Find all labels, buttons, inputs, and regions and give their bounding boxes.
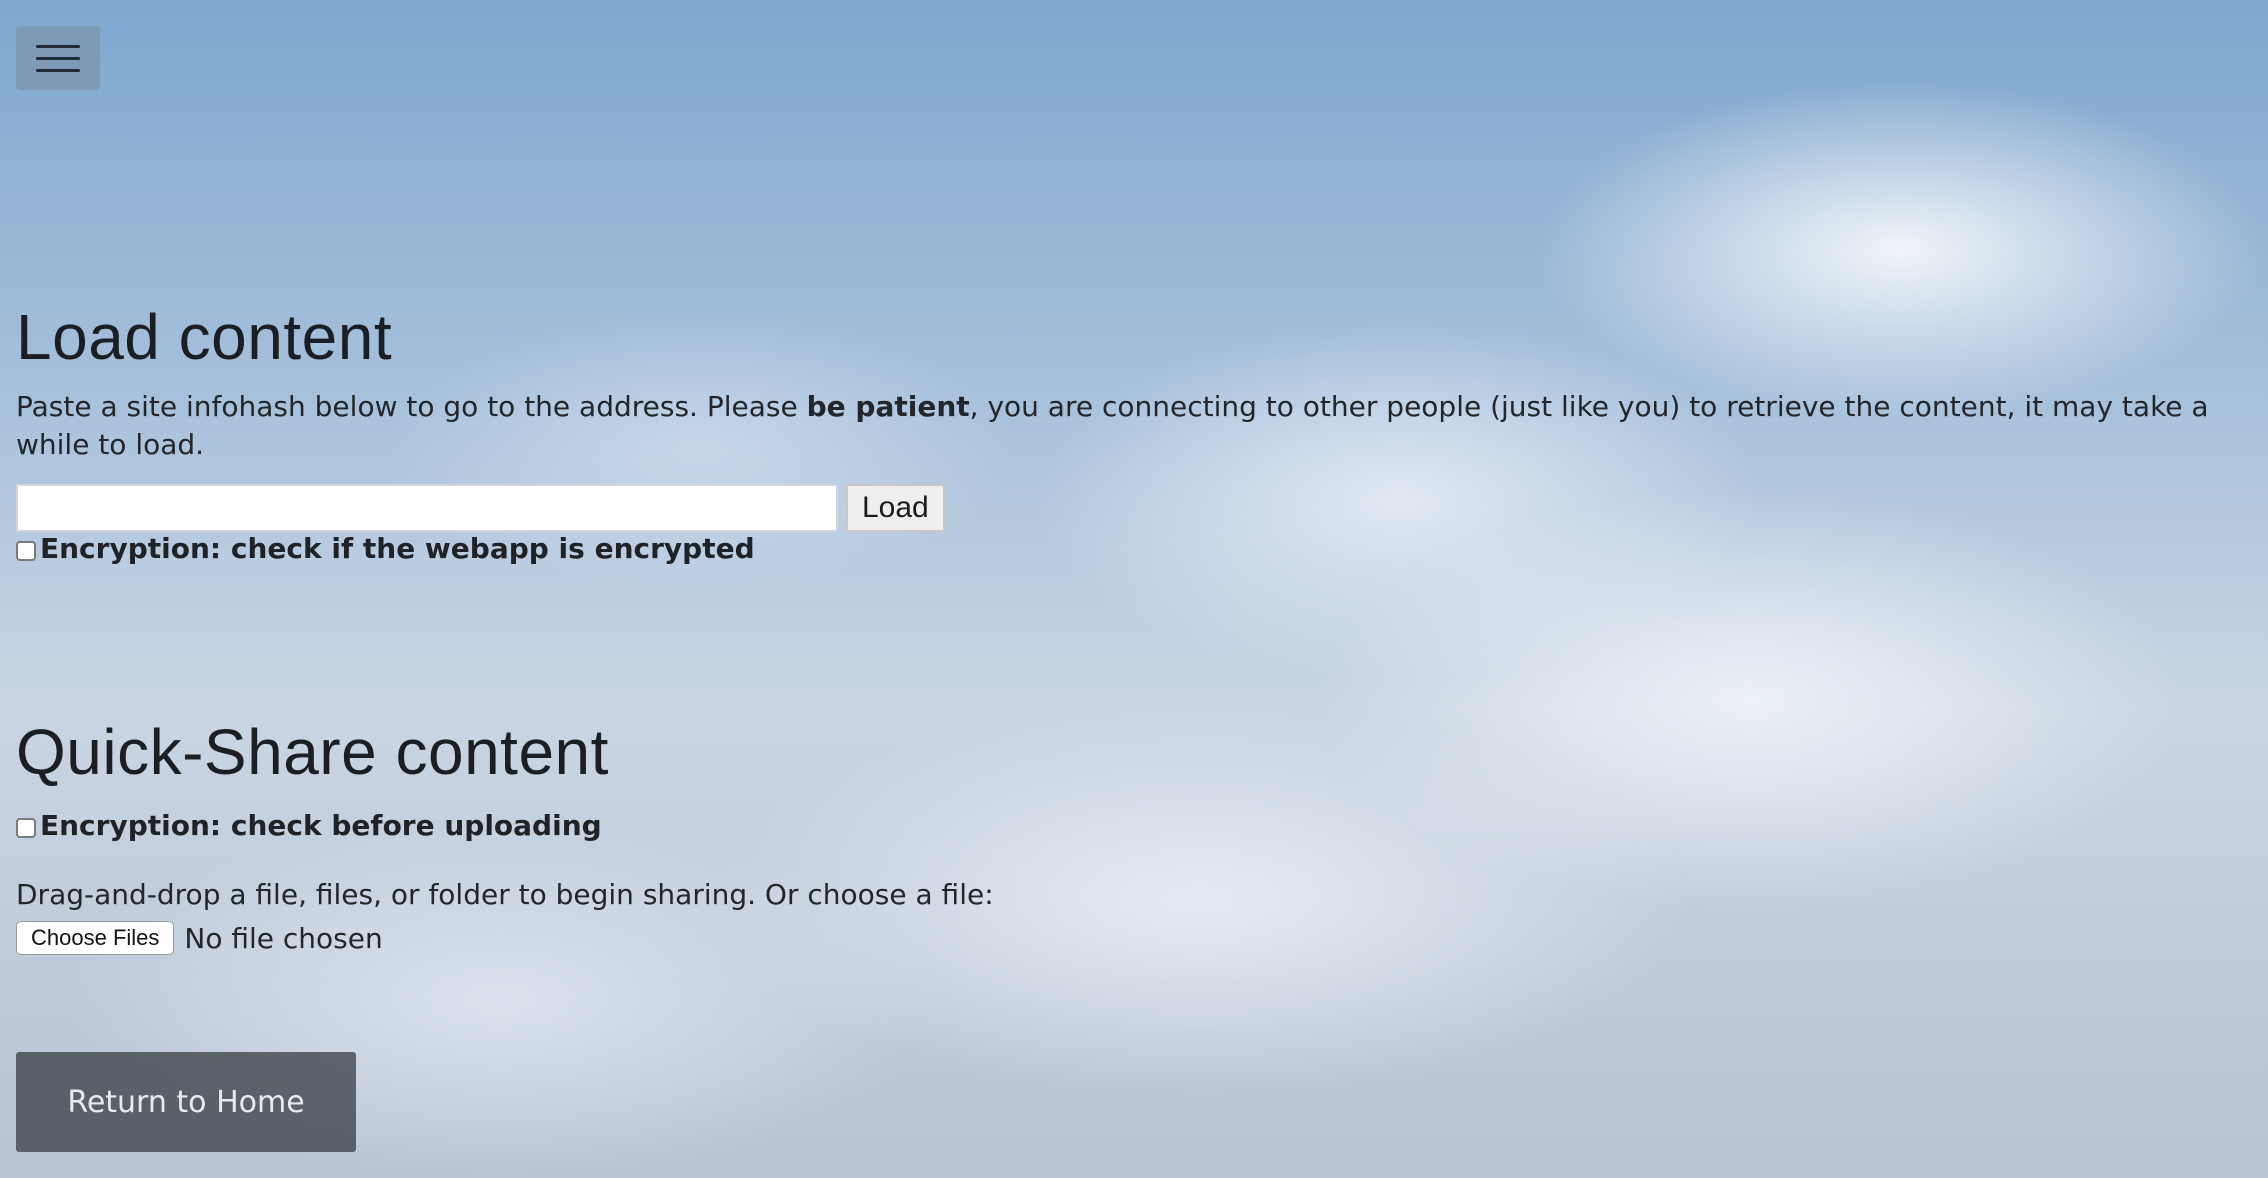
hamburger-menu-icon-bar	[36, 56, 80, 60]
load-encryption-checkbox[interactable]	[16, 540, 36, 561]
load-encryption-label: Encryption: check if the webapp is encry…	[40, 532, 755, 565]
main-content: Load content Paste a site infohash below…	[16, 300, 2256, 955]
load-button[interactable]: Load	[846, 484, 945, 532]
return-home-button[interactable]: Return to Home	[16, 1052, 356, 1152]
infohash-input[interactable]	[16, 484, 838, 532]
description-text-start: Paste a site infohash below to go to the…	[16, 390, 807, 423]
choose-files-button[interactable]: Choose Files	[16, 921, 175, 955]
hamburger-menu-icon	[36, 44, 80, 48]
load-encryption-option: Encryption: check if the webapp is encry…	[16, 532, 2256, 565]
hamburger-menu-icon-bar	[36, 68, 80, 72]
share-encryption-option: Encryption: check before uploading	[16, 809, 2256, 842]
quick-share-title: Quick-Share content	[16, 716, 609, 788]
share-encryption-label: Encryption: check before uploading	[40, 809, 602, 842]
file-picker: Choose Files No file chosen	[16, 921, 2256, 955]
hamburger-menu-button[interactable]	[16, 26, 100, 90]
share-instructions: Drag-and-drop a file, files, or folder t…	[16, 878, 994, 911]
file-status-text: No file chosen	[184, 921, 383, 955]
load-content-title: Load content	[16, 301, 393, 373]
load-content-description: Paste a site infohash below to go to the…	[16, 388, 2256, 464]
load-form: Load	[16, 484, 2256, 532]
share-encryption-checkbox[interactable]	[16, 817, 36, 838]
description-emphasis: be patient	[806, 390, 970, 423]
